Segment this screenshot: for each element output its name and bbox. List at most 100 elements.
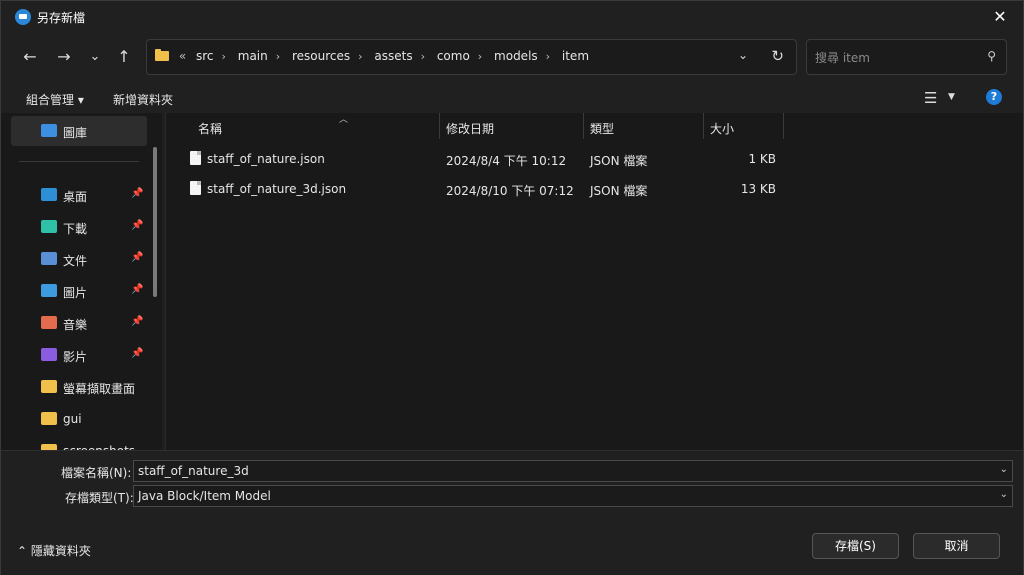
breadcrumb-item[interactable]: main (238, 49, 268, 63)
column-header-type[interactable]: 類型 (583, 113, 703, 139)
pin-icon[interactable]: 📌 (131, 188, 143, 199)
file-size: 13 KB (740, 182, 776, 196)
save-as-dialog: 另存新檔 ✕ ← → ⌄ ↑ « src › main › resources › a… (0, 0, 1024, 575)
folder-icon (41, 412, 57, 425)
column-label: 大小 (710, 122, 735, 136)
sidebar-item-downloads[interactable]: 下載 📌 (11, 212, 147, 242)
sidebar-item-label: 桌面 (63, 190, 88, 204)
breadcrumb-item[interactable]: como (437, 49, 470, 63)
chevron-right-icon: › (275, 50, 281, 63)
breadcrumb-item[interactable]: assets (374, 49, 412, 63)
sidebar-item-desktop[interactable]: 桌面 📌 (11, 180, 147, 210)
pin-icon[interactable]: 📌 (131, 316, 143, 327)
sidebar-item-label: 影片 (63, 350, 88, 364)
search-icon[interactable]: ⚲ (987, 49, 996, 63)
breadcrumb-overflow[interactable]: « (179, 49, 186, 63)
column-header-name[interactable]: 名稱 ︿ (191, 113, 439, 139)
table-row[interactable]: staff_of_nature.json 2024/8/4 下午 10:12 J… (166, 144, 1023, 172)
column-header-date[interactable]: 修改日期 (439, 113, 583, 139)
chevron-up-icon: ⌃ (17, 544, 28, 558)
hide-folders-toggle[interactable]: ⌃ 隱藏資料夾 (17, 542, 91, 559)
cancel-button[interactable]: 取消 (913, 533, 1000, 559)
chevron-down-icon[interactable]: ⌄ (738, 48, 748, 62)
column-header-size[interactable]: 大小 (703, 113, 783, 139)
filename-label: 檔案名稱(N): (61, 466, 132, 480)
pin-icon[interactable]: 📌 (131, 284, 143, 295)
sidebar-item-label: gui (63, 412, 82, 426)
new-folder-button[interactable]: 新增資料夾 (113, 91, 173, 108)
title-bar: 另存新檔 ✕ (1, 1, 1023, 33)
table-row[interactable]: staff_of_nature_3d.json 2024/8/10 下午 07:… (166, 174, 1023, 202)
sidebar-item-gui[interactable]: gui (11, 404, 147, 434)
sidebar-item-videos[interactable]: 影片 📌 (11, 340, 147, 370)
help-icon[interactable]: ? (986, 89, 1002, 105)
sidebar-item-label: 文件 (63, 254, 88, 268)
breadcrumb-item[interactable]: models (494, 49, 538, 63)
sidebar-item-music[interactable]: 音樂 📌 (11, 308, 147, 338)
column-label: 類型 (590, 122, 615, 136)
sidebar-item-documents[interactable]: 文件 📌 (11, 244, 147, 274)
filename-field[interactable]: staff_of_nature_3d ⌄ (133, 460, 1013, 482)
address-bar[interactable]: « src › main › resources › assets › como › mo… (146, 39, 797, 75)
download-icon (41, 220, 57, 233)
chevron-right-icon: › (545, 50, 551, 63)
column-label: 修改日期 (446, 122, 495, 136)
chevron-down-icon[interactable]: ⌄ (1000, 464, 1008, 475)
up-button[interactable]: ↑ (112, 45, 136, 69)
sidebar-item-gallery[interactable]: 圖庫 (11, 116, 147, 146)
breadcrumb-item[interactable]: resources (292, 49, 350, 63)
sidebar-divider (19, 161, 139, 162)
navigation-pane: 圖庫 桌面 📌 下載 📌 文件 📌 圖片 📌 音樂 📌 影片 📌 螢幕擷取畫面 … (1, 113, 162, 450)
filetype-select[interactable]: Java Block/Item Model ⌄ (133, 485, 1013, 507)
sidebar-item-label: 下載 (63, 222, 88, 236)
search-box[interactable]: 搜尋 item ⚲ (806, 39, 1007, 75)
sidebar-item-screenshots[interactable]: screenshots (11, 436, 147, 450)
chevron-right-icon: › (477, 50, 483, 63)
pin-icon[interactable]: 📌 (131, 348, 143, 359)
file-type: JSON 檔案 (590, 184, 648, 198)
forward-button[interactable]: → (52, 45, 76, 69)
save-button[interactable]: 存檔(S) (812, 533, 899, 559)
recent-locations-button[interactable]: ⌄ (83, 45, 107, 69)
view-options-icon[interactable]: ☰ (924, 89, 937, 107)
file-size: 1 KB (748, 152, 776, 166)
file-icon (190, 181, 201, 195)
music-icon (41, 316, 57, 329)
sidebar-item-pictures[interactable]: 圖片 📌 (11, 276, 147, 306)
file-icon (190, 151, 201, 165)
chevron-down-icon[interactable]: ⌄ (1000, 489, 1008, 500)
filetype-value: Java Block/Item Model (138, 489, 271, 503)
pin-icon[interactable]: 📌 (131, 252, 143, 263)
sort-ascending-icon: ︿ (339, 115, 349, 125)
filetype-label: 存檔類型(T): (65, 491, 134, 505)
view-dropdown-icon[interactable]: ▼ (948, 92, 955, 102)
sidebar-item-screenshots-zh[interactable]: 螢幕擷取畫面 (11, 372, 147, 402)
file-name: staff_of_nature.json (207, 152, 325, 166)
column-separator[interactable] (783, 113, 784, 139)
column-label: 名稱 (198, 122, 223, 136)
breadcrumb-item[interactable]: src (196, 49, 214, 63)
sidebar-item-label: 圖片 (63, 286, 88, 300)
sidebar-scrollbar[interactable] (153, 147, 157, 297)
desktop-icon (41, 188, 57, 201)
filename-input[interactable]: staff_of_nature_3d (138, 464, 249, 478)
refresh-icon[interactable]: ↻ (771, 47, 784, 65)
hide-folders-label: 隱藏資料夾 (30, 544, 91, 558)
folder-icon (41, 380, 57, 393)
file-list: 名稱 ︿ 修改日期 類型 大小 staff_of_nature.json 202… (166, 113, 1023, 450)
chevron-right-icon: › (221, 50, 226, 63)
pin-icon[interactable]: 📌 (131, 220, 143, 231)
file-type: JSON 檔案 (590, 154, 648, 168)
search-input[interactable]: 搜尋 item (815, 49, 870, 66)
save-options-panel: 檔案名稱(N): staff_of_nature_3d ⌄ 存檔類型(T): J… (1, 450, 1023, 575)
breadcrumb-item[interactable]: item (562, 49, 589, 63)
sidebar-item-label: 音樂 (63, 318, 88, 332)
back-button[interactable]: ← (18, 45, 42, 69)
file-name: staff_of_nature_3d.json (207, 182, 347, 196)
app-icon (15, 9, 31, 25)
organize-menu[interactable]: 組合管理 ▾ (26, 91, 84, 108)
breadcrumb: « src › main › resources › assets › como › mo… (155, 49, 589, 63)
video-icon (41, 348, 57, 361)
close-button[interactable]: ✕ (977, 1, 1023, 33)
document-icon (41, 252, 57, 265)
